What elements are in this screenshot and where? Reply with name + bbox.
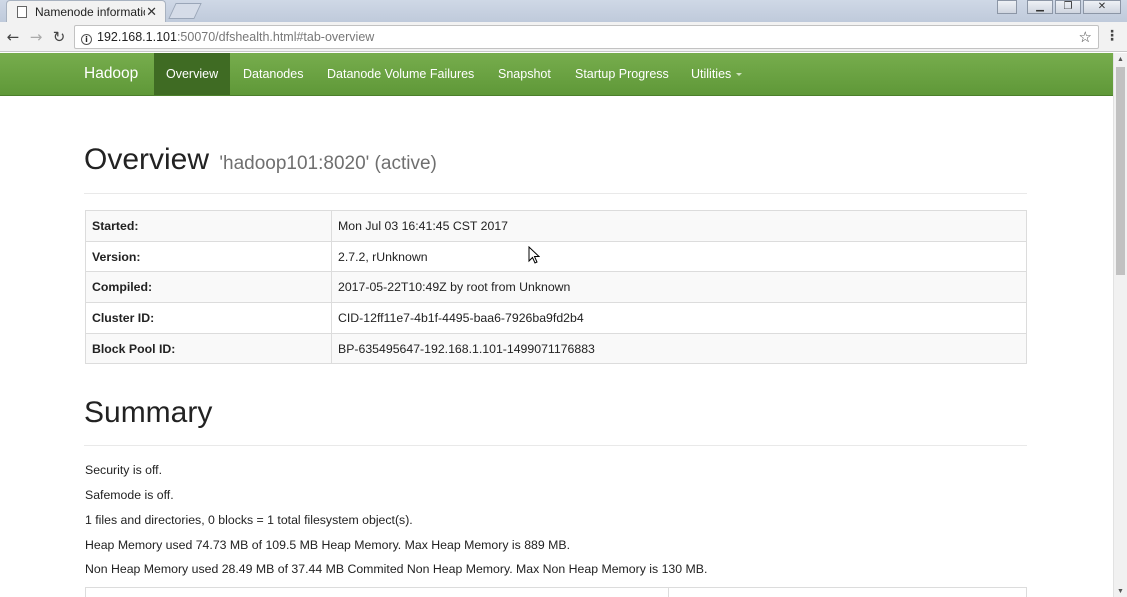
row-value: BP-635495647-192.168.1.101-1499071176883 — [331, 332, 1027, 365]
summary-table — [85, 587, 1027, 597]
user-profile-icon[interactable] — [997, 0, 1017, 14]
tab-close-icon[interactable]: ✕ — [146, 4, 157, 20]
summary-heading: Summary — [84, 396, 213, 429]
page-viewport: Hadoop Overview Datanodes Datanode Volum… — [0, 53, 1113, 597]
document-icon — [17, 5, 27, 18]
column-divider — [668, 588, 669, 597]
scrollbar-thumb[interactable] — [1116, 67, 1125, 275]
browser-menu-icon[interactable]: ⋮ — [1105, 28, 1119, 44]
row-value: CID-12ff11e7-4b1f-4495-baa6-7926ba9fd2b4 — [331, 302, 1027, 334]
reload-icon[interactable]: ↻ — [49, 27, 69, 47]
row-key: Block Pool ID: — [85, 332, 332, 365]
maximize-button[interactable]: ❐ — [1055, 0, 1081, 14]
row-key: Compiled: — [85, 271, 332, 304]
row-value: 2.7.2, rUnknown — [331, 240, 1027, 273]
nav-datanodes[interactable]: Datanodes — [231, 53, 315, 95]
divider — [84, 193, 1027, 194]
nav-utilities-label: Utilities — [691, 67, 732, 81]
brand-logo[interactable]: Hadoop — [84, 53, 138, 96]
browser-toolbar: ← → ↻ i 192.168.1.101:50070/dfshealth.htm… — [0, 22, 1127, 52]
window-controls: ▁ ❐ ✕ — [995, 0, 1121, 14]
nav-utilities[interactable]: Utilities — [679, 53, 754, 95]
vertical-scrollbar[interactable]: ▲ ▼ — [1113, 53, 1127, 597]
minimize-button[interactable]: ▁ — [1027, 0, 1053, 14]
row-key: Cluster ID: — [85, 302, 332, 334]
scroll-down-icon[interactable]: ▼ — [1117, 588, 1124, 595]
nav-overview[interactable]: Overview — [154, 53, 230, 95]
overview-title: Overview — [84, 143, 210, 176]
address-path: :50070/dfshealth.html#tab-overview — [176, 30, 375, 44]
security-status: Security is off. — [85, 463, 162, 477]
browser-tab-strip: Namenode information ✕ ▁ ❐ ✕ — [0, 0, 1127, 22]
table-row: Started: Mon Jul 03 16:41:45 CST 2017 — [85, 210, 1027, 242]
nav-datanode-volume-failures[interactable]: Datanode Volume Failures — [315, 53, 486, 95]
tab-title: Namenode information — [35, 4, 145, 19]
table-row: Version: 2.7.2, rUnknown — [85, 240, 1027, 273]
chevron-down-icon — [736, 73, 743, 76]
divider — [84, 445, 1027, 446]
filesystem-objects: 1 files and directories, 0 blocks = 1 to… — [85, 513, 413, 527]
table-row: Compiled: 2017-05-22T10:49Z by root from… — [85, 271, 1027, 304]
overview-subtitle: 'hadoop101:8020' (active) — [219, 153, 437, 174]
safemode-status: Safemode is off. — [85, 488, 174, 502]
row-key: Version: — [85, 240, 332, 273]
row-value: Mon Jul 03 16:41:45 CST 2017 — [331, 210, 1027, 242]
new-tab-button[interactable] — [168, 3, 202, 19]
overview-table: Started: Mon Jul 03 16:41:45 CST 2017 Ve… — [85, 210, 1027, 365]
row-key: Started: — [85, 210, 332, 242]
heap-memory: Heap Memory used 74.73 MB of 109.5 MB He… — [85, 538, 571, 552]
top-navbar: Hadoop Overview Datanodes Datanode Volum… — [0, 53, 1113, 96]
row-value: 2017-05-22T10:49Z by root from Unknown — [331, 271, 1027, 304]
forward-icon[interactable]: → — [26, 27, 46, 47]
nav-snapshot[interactable]: Snapshot — [486, 53, 563, 95]
close-window-button[interactable]: ✕ — [1083, 0, 1121, 14]
nav-startup-progress[interactable]: Startup Progress — [563, 53, 681, 95]
browser-tab[interactable]: Namenode information ✕ — [6, 0, 166, 22]
address-bar[interactable]: i 192.168.1.101:50070/dfshealth.html#tab-… — [74, 25, 1099, 49]
scroll-up-icon[interactable]: ▲ — [1117, 56, 1124, 63]
non-heap-memory: Non Heap Memory used 28.49 MB of 37.44 M… — [85, 562, 708, 576]
bookmark-star-icon[interactable]: ☆ — [1079, 26, 1092, 48]
site-info-icon[interactable]: i — [81, 34, 92, 45]
table-row: Cluster ID: CID-12ff11e7-4b1f-4495-baa6-… — [85, 302, 1027, 334]
address-host: 192.168.1.101 — [97, 30, 177, 44]
overview-heading: Overview 'hadoop101:8020' (active) — [84, 143, 437, 177]
table-row: Block Pool ID: BP-635495647-192.168.1.10… — [85, 332, 1027, 365]
back-icon[interactable]: ← — [3, 27, 23, 47]
